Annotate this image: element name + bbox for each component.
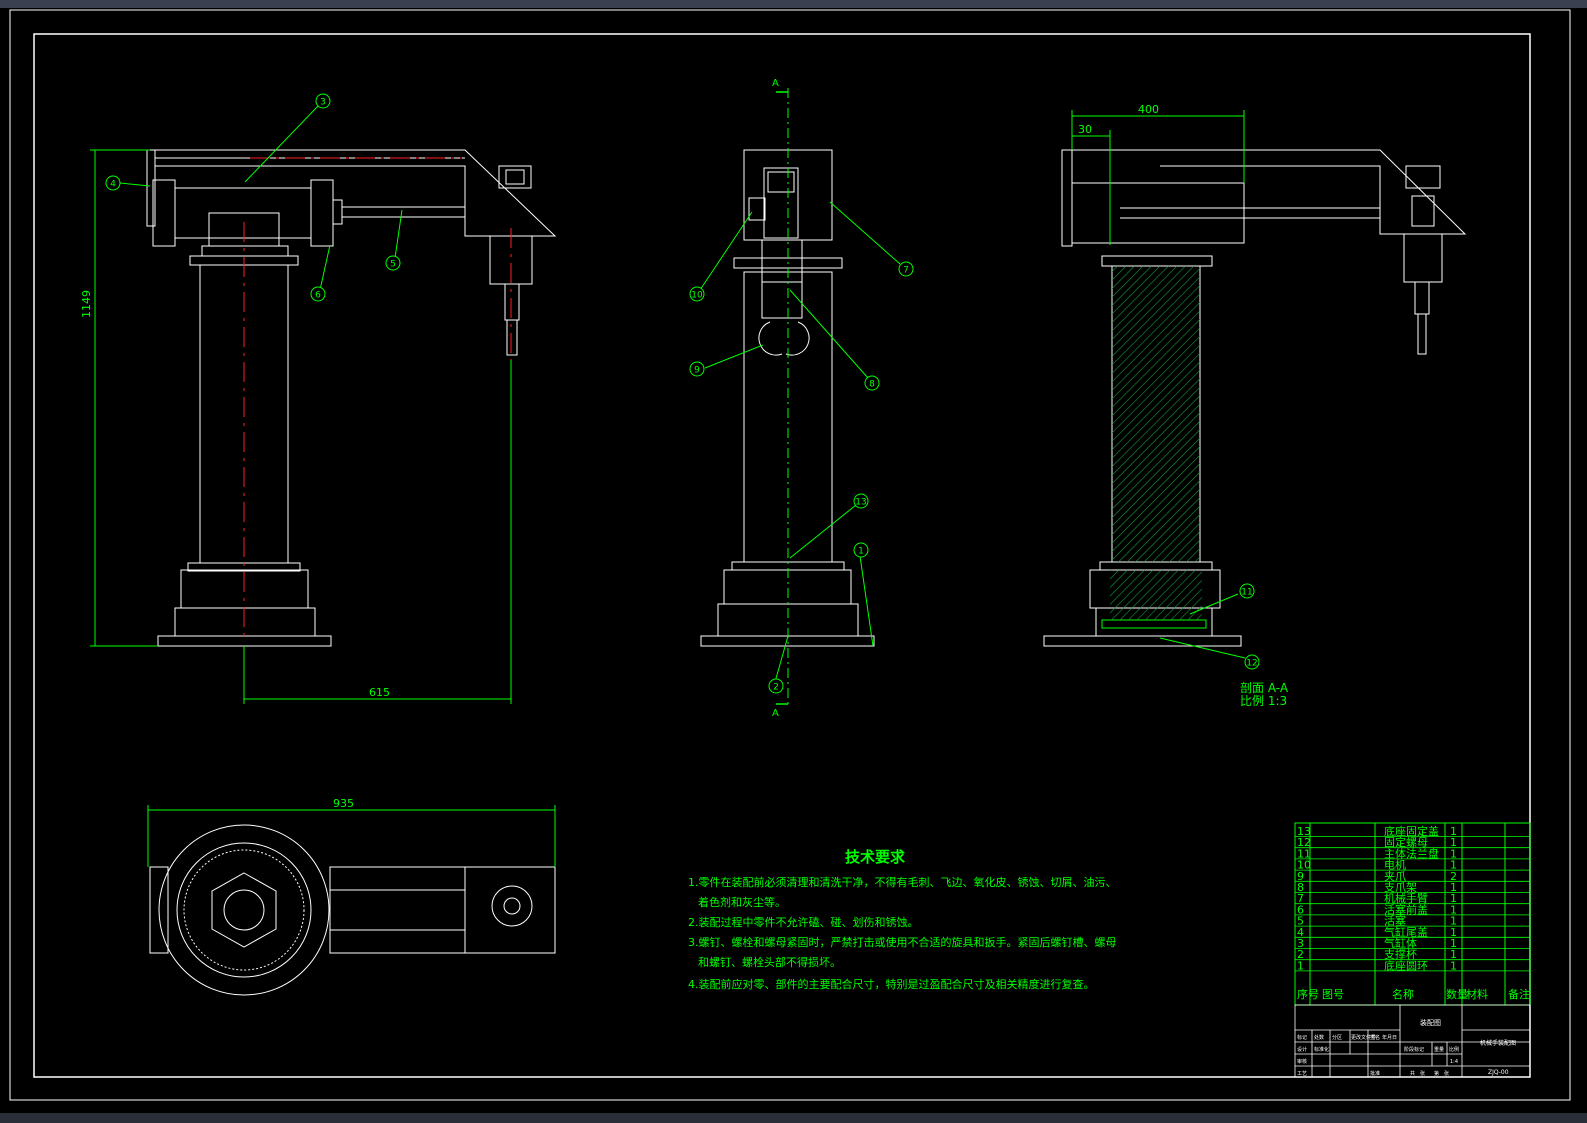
section-cut-marks xyxy=(776,91,788,705)
tb-cell-15: 张 xyxy=(1420,1070,1425,1077)
bom-header-code: 图号 xyxy=(1322,988,1344,1001)
svg-text:6: 6 xyxy=(315,291,321,301)
svg-text:8: 8 xyxy=(869,380,875,390)
section-label-line1: 剖面 A-A xyxy=(1240,681,1289,695)
tb-cell-12: 工艺 xyxy=(1297,1071,1307,1077)
tech-requirements: 1.零件在装配前必须清理和清洗干净，不得有毛刺、飞边、氧化皮、锈蚀、切屑、油污、… xyxy=(688,875,1117,991)
bom-header: 序号 图号 名称 数量 材料 备注 xyxy=(1297,987,1530,1001)
bom-header-name: 名称 xyxy=(1392,987,1414,1001)
bom-name-1: 底座圆环 xyxy=(1384,958,1428,972)
svg-text:13: 13 xyxy=(855,498,866,508)
balloon-10: 10 xyxy=(689,286,705,302)
balloons: 12345678910111213 xyxy=(105,93,1260,694)
tb-cell-2: 分区 xyxy=(1332,1034,1342,1041)
section-mark-top: A xyxy=(772,78,779,89)
bom-header-no: 序号 xyxy=(1297,987,1319,1001)
dim-height: 1149 xyxy=(80,290,93,318)
balloon-8: 8 xyxy=(864,375,880,391)
tb-cell-8: 阶段标记 xyxy=(1404,1046,1424,1053)
bom-header-qty: 数量 xyxy=(1446,988,1468,1001)
cad-drawing-canvas: 1149 615 A A 400 30 剖面 A-A 比例 1:3 935 12… xyxy=(9,9,1571,1101)
tb-cell-4: 签名 xyxy=(1370,1034,1380,1041)
tb-title: 机械手装配图 xyxy=(1480,1039,1516,1047)
svg-text:12: 12 xyxy=(1246,659,1257,669)
tech-line-4: 3.螺钉、螺栓和螺母紧固时，严禁打击或使用不合适的旋具和扳手。紧固后螺钉槽、螺母 xyxy=(688,935,1117,949)
balloon-1: 1 xyxy=(853,542,869,558)
bom-header-mat: 材料 xyxy=(1466,987,1488,1001)
svg-text:7: 7 xyxy=(903,266,909,276)
balloon-7: 7 xyxy=(898,261,914,277)
tech-line-5: 和螺钉、螺栓头部不得损坏。 xyxy=(698,955,841,969)
balloon-12: 12 xyxy=(1244,654,1260,670)
tb-cell-1: 处数 xyxy=(1314,1034,1324,1041)
balloon-9: 9 xyxy=(689,361,705,377)
svg-text:11: 11 xyxy=(1241,588,1252,598)
tb-cell-13: 批准 xyxy=(1370,1070,1380,1077)
tb-cell-11: 审核 xyxy=(1297,1058,1307,1065)
svg-text:3: 3 xyxy=(320,98,326,108)
bom-rows: 13 底座固定盖 112 固定螺母 111 主体法兰盘 110 电机 19 夹爪 28 支爪架 17 机械… xyxy=(1295,824,1530,972)
balloon-2: 2 xyxy=(768,678,784,694)
tb-material: 装配图 xyxy=(1420,1018,1441,1027)
tb-cell-5: 年月日 xyxy=(1382,1034,1397,1041)
bom-no-1: 1 xyxy=(1297,959,1304,972)
tech-title: 技术要求 xyxy=(845,848,906,866)
tb-cell-6: 设计 xyxy=(1297,1046,1307,1053)
section-mark-bottom: A xyxy=(772,708,779,719)
tb-cell-0: 标记 xyxy=(1297,1034,1307,1041)
tb-cell-10: 比例 xyxy=(1449,1046,1459,1053)
balloon-3: 3 xyxy=(315,93,331,109)
section-view xyxy=(1043,149,1467,647)
top-view-dims xyxy=(147,805,556,867)
balloon-6: 6 xyxy=(310,286,326,302)
tb-cell-17: 张 xyxy=(1444,1070,1449,1077)
balloon-11: 11 xyxy=(1239,583,1255,599)
dim-section-small: 30 xyxy=(1078,123,1092,136)
dim-section-width: 400 xyxy=(1138,103,1159,116)
tech-line-1: 1.零件在装配前必须清理和清洗干净，不得有毛刺、飞边、氧化皮、锈蚀、切屑、油污、 xyxy=(688,875,1117,889)
front-view xyxy=(146,149,557,647)
tech-line-2: 着色剂和灰尘等。 xyxy=(698,895,786,909)
front-view-centerlines xyxy=(243,157,512,640)
section-hatch xyxy=(1110,266,1202,620)
leader-lines xyxy=(119,105,1246,683)
svg-text:2: 2 xyxy=(773,683,779,693)
tb-scale: 1:4 xyxy=(1450,1059,1458,1065)
top-view xyxy=(149,824,556,996)
balloon-4: 4 xyxy=(105,175,121,191)
section-dims xyxy=(1071,110,1245,245)
section-label-line2: 比例 1:3 xyxy=(1240,694,1287,708)
dim-width: 615 xyxy=(369,686,390,699)
tb-cell-14: 共 xyxy=(1410,1070,1415,1077)
tb-code: ZJQ-00 xyxy=(1488,1069,1509,1076)
window-bottom-bar xyxy=(0,1113,1587,1123)
svg-text:1: 1 xyxy=(858,547,864,557)
svg-text:5: 5 xyxy=(390,260,396,270)
tb-cell-16: 第 xyxy=(1434,1070,1439,1077)
bom-header-note: 备注 xyxy=(1508,987,1530,1001)
dim-top-width: 935 xyxy=(333,797,354,810)
balloon-13: 13 xyxy=(853,493,869,509)
svg-text:9: 9 xyxy=(694,366,700,376)
svg-text:10: 10 xyxy=(691,291,703,301)
svg-text:4: 4 xyxy=(110,180,116,190)
bom-qty-1: 1 xyxy=(1450,959,1457,972)
tech-line-6: 4.装配前应对零、部件的主要配合尺寸，特别是过盈配合尺寸及相关精度进行复查。 xyxy=(688,977,1095,991)
balloon-5: 5 xyxy=(385,255,401,271)
tb-cell-7: 标准化 xyxy=(1314,1046,1329,1053)
tb-cell-9: 重量 xyxy=(1434,1046,1444,1053)
tech-line-3: 2.装配过程中零件不允许磕、碰、划伤和锈蚀。 xyxy=(688,915,919,929)
